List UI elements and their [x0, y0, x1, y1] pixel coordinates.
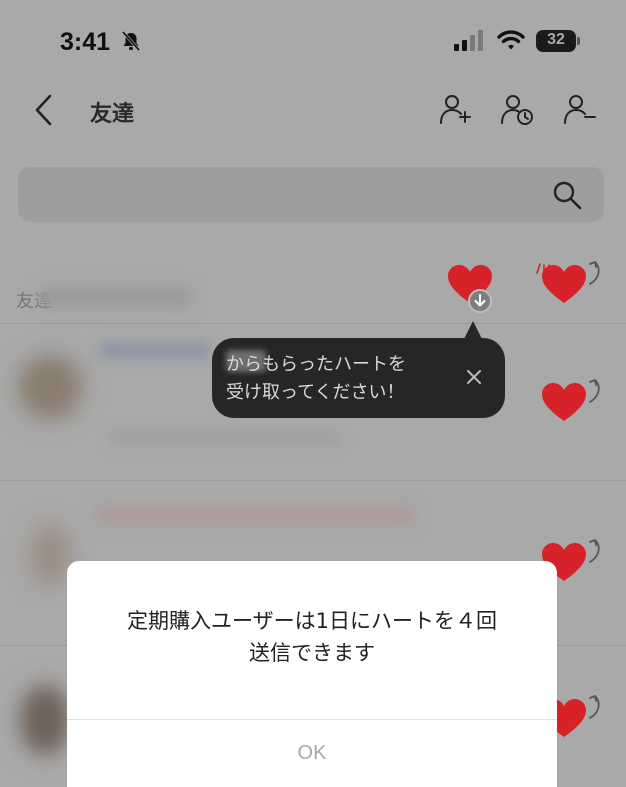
send-arrow-icon: [589, 261, 600, 285]
tooltip-text: からもらったハートを 受け取ってください！: [226, 354, 406, 403]
divider: [0, 480, 626, 481]
avatar: [18, 355, 82, 419]
add-friend-icon[interactable]: [438, 92, 472, 126]
search-field[interactable]: [18, 167, 604, 222]
remove-friend-icon[interactable]: [562, 92, 596, 126]
send-arrow-icon: [589, 695, 600, 719]
friend-history-icon[interactable]: [500, 92, 534, 126]
close-icon[interactable]: [465, 368, 483, 386]
cellular-signal-icon: [454, 30, 483, 51]
status-time: 3:41: [60, 28, 111, 56]
search-icon[interactable]: [550, 178, 584, 212]
bell-muted-icon: [121, 31, 141, 51]
avatar: [20, 685, 70, 755]
blurred-name: [100, 342, 210, 358]
send-arrow-icon: [589, 379, 600, 403]
send-heart-icon[interactable]: [540, 381, 588, 425]
battery-indicator: 32: [536, 30, 580, 52]
download-badge-icon: [468, 289, 492, 313]
divider: [0, 323, 626, 324]
alert-dialog: 定期購入ユーザーは1日にハートを４回 送信できます OK: [67, 561, 557, 787]
blurred-name: [95, 505, 415, 525]
wifi-icon: [497, 30, 525, 50]
blurred-status: [110, 430, 340, 446]
all-tag-icon: [536, 263, 550, 274]
page-title: 友達: [90, 102, 135, 127]
battery-level: 32: [547, 31, 565, 48]
avatar: [30, 525, 70, 585]
send-arrow-icon: [589, 539, 600, 563]
back-chevron-icon[interactable]: [30, 90, 58, 130]
blurred-name: [40, 286, 190, 308]
ok-button[interactable]: OK: [67, 720, 557, 787]
dialog-message: 定期購入ユーザーは1日にハートを４回 送信できます: [127, 609, 497, 665]
